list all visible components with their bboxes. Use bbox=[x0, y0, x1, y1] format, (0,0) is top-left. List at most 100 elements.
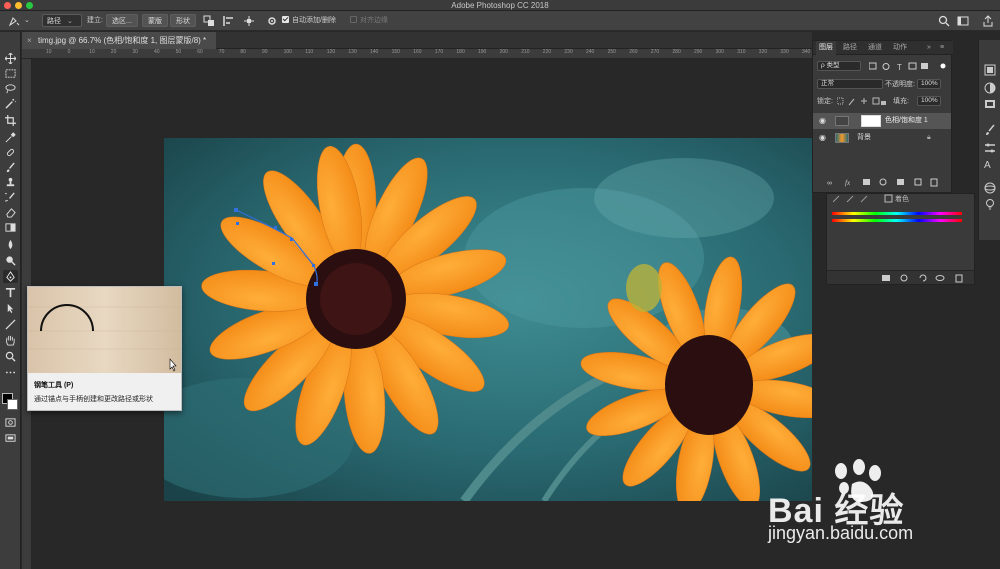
magic-wand-tool[interactable] bbox=[3, 97, 18, 110]
tab-channels[interactable]: 通道 bbox=[868, 41, 882, 55]
workspace-icon[interactable] bbox=[957, 15, 969, 27]
3d-panel-icon[interactable] bbox=[984, 182, 996, 194]
hand-tool[interactable] bbox=[3, 334, 18, 347]
marquee-tool[interactable] bbox=[3, 67, 18, 80]
eyedropper-tool[interactable] bbox=[3, 131, 18, 144]
tab-layers[interactable]: 图层 bbox=[816, 41, 836, 55]
tooltip-preview bbox=[28, 287, 181, 373]
history-brush-tool[interactable] bbox=[3, 191, 18, 204]
pen-tool-preset-icon[interactable] bbox=[8, 15, 20, 27]
blend-mode-select[interactable]: 正常 bbox=[817, 79, 883, 89]
close-icon[interactable]: × bbox=[27, 32, 32, 49]
layer-filter-select[interactable]: ρ 类型 bbox=[817, 61, 861, 71]
type-tool[interactable] bbox=[3, 286, 18, 299]
ruler-tick-label: 80 bbox=[240, 49, 246, 55]
chevron-down-icon[interactable]: ⌄ bbox=[24, 14, 30, 27]
adjust-tool-icons[interactable] bbox=[833, 194, 893, 204]
search-icon[interactable] bbox=[938, 15, 950, 27]
adjustments-panel-icon[interactable] bbox=[984, 82, 996, 94]
filter-icons[interactable]: T bbox=[869, 62, 949, 71]
pen-path-overlay[interactable] bbox=[164, 138, 812, 501]
brush-settings-icon[interactable] bbox=[984, 124, 996, 136]
stamp-icon bbox=[6, 177, 15, 187]
pen-tool[interactable] bbox=[3, 270, 18, 283]
share-icon[interactable] bbox=[982, 15, 994, 27]
eraser-tool[interactable] bbox=[3, 206, 18, 219]
align-edges-checkbox[interactable]: 对齐边缘 bbox=[350, 14, 388, 27]
document-tab[interactable]: × timg.jpg @ 66.7% (色相/饱和度 1, 图层蒙版/8) * bbox=[22, 32, 217, 49]
background-color-swatch[interactable] bbox=[7, 399, 18, 410]
brush-tool[interactable] bbox=[3, 161, 18, 174]
path-selection-tool[interactable] bbox=[3, 302, 18, 315]
path-arrangement-icon[interactable] bbox=[243, 15, 255, 27]
screen-mode-icon bbox=[5, 434, 16, 442]
layer-actions-bar[interactable]: ∞ fx bbox=[827, 177, 939, 187]
make-shape-button[interactable]: 形状 bbox=[170, 14, 196, 27]
more-tools[interactable] bbox=[3, 366, 18, 379]
eyedropper-icon bbox=[5, 132, 16, 143]
pen-tool-tooltip: 钢笔工具 (P) 通过锚点与手柄创建和更改路径或形状 bbox=[27, 286, 182, 411]
mode-select[interactable]: 路径 ⌄ bbox=[42, 14, 82, 27]
ruler-tick-label: 260 bbox=[629, 49, 638, 55]
ruler-tick-label: 340 bbox=[802, 49, 811, 55]
clone-stamp-tool[interactable] bbox=[3, 176, 18, 189]
move-tool[interactable] bbox=[3, 52, 18, 65]
auto-add-delete-checkbox[interactable]: 自动添加/删除 bbox=[282, 14, 336, 27]
zoom-tool[interactable] bbox=[3, 350, 18, 363]
sunflower-image[interactable] bbox=[164, 138, 812, 501]
character-panel-icon[interactable]: A bbox=[984, 158, 996, 170]
lasso-icon bbox=[5, 84, 16, 94]
eye-icon[interactable]: ◉ bbox=[819, 113, 826, 129]
crop-tool[interactable] bbox=[3, 114, 18, 127]
watermark-url: jingyan.baidu.com bbox=[768, 523, 914, 543]
document-tab-bar: × timg.jpg @ 66.7% (色相/饱和度 1, 图层蒙版/8) * bbox=[22, 32, 812, 49]
auto-add-delete-label: 自动添加/删除 bbox=[292, 17, 336, 24]
screen-mode-button[interactable] bbox=[3, 432, 18, 445]
layer-row[interactable]: ◉ 背景 🔒︎ bbox=[813, 130, 951, 146]
make-mask-button[interactable]: 蒙版 bbox=[142, 14, 168, 27]
lasso-tool[interactable] bbox=[3, 82, 18, 95]
pen-tool-demo-icon bbox=[28, 287, 181, 373]
collapse-panel-icon[interactable]: » bbox=[927, 41, 931, 55]
dodge-tool[interactable] bbox=[3, 254, 18, 267]
layer-row[interactable]: ◉ 色相/饱和度 1 bbox=[813, 113, 951, 129]
tab-actions[interactable]: 动作 bbox=[893, 41, 907, 55]
tooltip-description: 通过锚点与手柄创建和更改路径或形状 bbox=[34, 396, 153, 403]
window-title: Adobe Photoshop CC 2018 bbox=[451, 1, 549, 10]
lightbulb-icon[interactable] bbox=[984, 198, 996, 210]
options-bar: ⌄ 路径 ⌄ 建立: 选区... 蒙版 形状 自动添加/删除 对齐边缘 bbox=[0, 11, 1000, 31]
lock-label: 锁定: bbox=[817, 98, 833, 105]
gear-icon[interactable] bbox=[266, 15, 278, 27]
color-panel-icon[interactable] bbox=[984, 64, 996, 76]
make-selection-button[interactable]: 选区... bbox=[106, 14, 138, 27]
path-operations-icon[interactable] bbox=[203, 15, 215, 27]
ruler-tick-label: 30 bbox=[132, 49, 138, 55]
fill-input[interactable]: 100% bbox=[917, 96, 941, 106]
tab-paths[interactable]: 路径 bbox=[843, 41, 857, 55]
blur-tool[interactable] bbox=[3, 238, 18, 251]
opacity-input[interactable]: 100% bbox=[917, 79, 941, 89]
ruler-tick-label: 210 bbox=[521, 49, 530, 55]
ruler-tick-label: 170 bbox=[434, 49, 444, 55]
gradient-tool[interactable] bbox=[3, 221, 18, 234]
eye-icon[interactable]: ◉ bbox=[819, 130, 826, 146]
svg-text:T: T bbox=[897, 63, 902, 71]
ellipsis-icon bbox=[5, 371, 16, 374]
layer-mask-thumbnail[interactable] bbox=[861, 115, 881, 127]
svg-text:∞: ∞ bbox=[827, 180, 832, 187]
clone-source-icon[interactable] bbox=[984, 142, 996, 154]
quick-mask-button[interactable] bbox=[3, 416, 18, 429]
layers-panel-icon[interactable] bbox=[984, 98, 996, 110]
properties-panel: 着色 bbox=[826, 193, 975, 285]
type-icon bbox=[5, 288, 16, 298]
healing-brush-tool[interactable] bbox=[3, 146, 18, 159]
horizontal-ruler[interactable]: 10 0 10 20 30 40 50 60 70 80 90 100 110 120 130 140 150 1… bbox=[22, 49, 812, 59]
hue-spectrum-top bbox=[832, 212, 962, 215]
path-alignment-icon[interactable] bbox=[223, 15, 235, 27]
ruler-tick-label: 230 bbox=[564, 49, 573, 55]
properties-action-icons[interactable] bbox=[882, 273, 972, 283]
hue-spectrum-bottom bbox=[832, 219, 962, 222]
panel-menu-icon[interactable]: ≡ bbox=[940, 41, 944, 55]
lock-icons[interactable] bbox=[837, 97, 887, 106]
line-tool[interactable] bbox=[3, 318, 18, 331]
